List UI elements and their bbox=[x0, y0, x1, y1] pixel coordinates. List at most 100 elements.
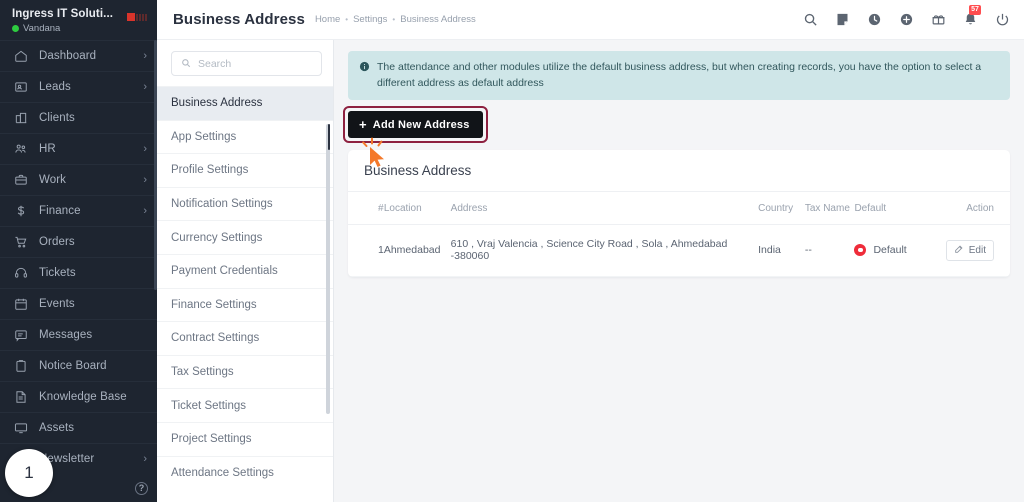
business-address-card: Business Address # Location Address Coun… bbox=[348, 150, 1010, 277]
settings-item-finance-settings[interactable]: Finance Settings bbox=[157, 287, 333, 322]
notification-badge: 57 bbox=[969, 4, 981, 15]
table-header-row: # Location Address Country Tax Name Defa… bbox=[348, 192, 1010, 225]
sidebar-item-orders[interactable]: Orders bbox=[0, 226, 157, 257]
sidebar-label: Knowledge Base bbox=[39, 391, 127, 403]
assets-icon bbox=[14, 421, 28, 435]
settings-scrollbar-thumb[interactable] bbox=[327, 124, 330, 150]
step-badge: 1 bbox=[5, 449, 53, 497]
edit-label: Edit bbox=[968, 244, 986, 256]
plus-icon: + bbox=[359, 117, 367, 132]
sidebar-brand[interactable]: Ingress IT Soluti... Vandana bbox=[12, 5, 113, 34]
app-root: Ingress IT Soluti... Vandana Dashboard › bbox=[0, 0, 1024, 502]
page-title: Business Address bbox=[173, 11, 305, 28]
main-sidebar: Ingress IT Soluti... Vandana Dashboard › bbox=[0, 0, 157, 502]
default-label: Default bbox=[873, 244, 907, 256]
help-icon[interactable]: ? bbox=[135, 482, 148, 495]
th-default: Default bbox=[854, 192, 946, 225]
settings-item-project-settings[interactable]: Project Settings bbox=[157, 421, 333, 456]
sidebar-item-hr[interactable]: HR › bbox=[0, 133, 157, 164]
power-icon[interactable] bbox=[994, 12, 1010, 28]
add-new-address-button[interactable]: + Add New Address bbox=[348, 111, 483, 138]
cell-tax-name: -- bbox=[804, 224, 855, 277]
cell-location: Ahmedabad bbox=[383, 224, 451, 277]
info-icon bbox=[359, 61, 370, 91]
breadcrumb-home[interactable]: Home bbox=[315, 14, 340, 25]
sidebar-label: HR bbox=[39, 143, 56, 155]
settings-item-currency-settings[interactable]: Currency Settings bbox=[157, 220, 333, 254]
default-radio-icon[interactable] bbox=[854, 244, 867, 256]
table-body: 1 Ahmedabad 610 , Vraj Valencia , Scienc… bbox=[348, 224, 1010, 277]
sidebar-label: Assets bbox=[39, 422, 75, 434]
company-name: Ingress IT Soluti... bbox=[12, 8, 114, 20]
sidebar-label: Notice Board bbox=[39, 360, 107, 372]
th-tax-name: Tax Name bbox=[804, 192, 855, 225]
clock-icon[interactable] bbox=[866, 12, 882, 28]
user-name: Vandana bbox=[23, 23, 61, 34]
sidebar-item-assets[interactable]: Assets bbox=[0, 412, 157, 443]
settings-item-tax-settings[interactable]: Tax Settings bbox=[157, 354, 333, 389]
sidebar-label: Newsletter bbox=[39, 453, 95, 465]
search-input[interactable] bbox=[198, 57, 312, 70]
knowledge-base-icon bbox=[14, 390, 28, 404]
settings-item-payment-credentials[interactable]: Payment Credentials bbox=[157, 253, 333, 288]
events-icon bbox=[14, 297, 28, 311]
cell-action: Edit bbox=[945, 224, 1010, 277]
home-icon bbox=[14, 49, 28, 63]
th-address: Address bbox=[450, 192, 759, 225]
settings-scrollbar-track[interactable] bbox=[326, 124, 330, 414]
add-new-address-wrap: + Add New Address bbox=[343, 106, 488, 167]
sidebar-item-tickets[interactable]: Tickets bbox=[0, 257, 157, 288]
work-icon bbox=[14, 173, 28, 187]
search-icon[interactable] bbox=[802, 12, 818, 28]
main-area: Business Address Home • Settings • Busin… bbox=[157, 0, 1024, 502]
body-row: Business Address App Settings Profile Se… bbox=[157, 40, 1024, 502]
settings-item-contract-settings[interactable]: Contract Settings bbox=[157, 321, 333, 355]
settings-item-notification-settings[interactable]: Notification Settings bbox=[157, 186, 333, 221]
bell-icon[interactable]: 57 bbox=[962, 4, 981, 28]
settings-item-business-address[interactable]: Business Address bbox=[157, 86, 333, 120]
plus-circle-icon[interactable] bbox=[898, 12, 914, 28]
sidebar-label: Messages bbox=[39, 329, 93, 341]
edit-icon bbox=[954, 244, 964, 257]
add-new-address-label: Add New Address bbox=[372, 118, 470, 131]
leads-icon bbox=[14, 80, 28, 94]
clients-icon bbox=[14, 111, 28, 125]
breadcrumb-settings[interactable]: Settings bbox=[353, 14, 387, 25]
sidebar-nav: Dashboard › Leads › Clients HR › Work › … bbox=[0, 40, 157, 474]
sidebar-item-notice-board[interactable]: Notice Board bbox=[0, 350, 157, 381]
cell-country: India bbox=[758, 224, 805, 277]
notes-icon[interactable] bbox=[834, 12, 850, 28]
messages-icon bbox=[14, 328, 28, 342]
sidebar-item-work[interactable]: Work › bbox=[0, 164, 157, 195]
sidebar-item-clients[interactable]: Clients bbox=[0, 102, 157, 133]
table-head: # Location Address Country Tax Name Defa… bbox=[348, 192, 1010, 225]
tickets-icon bbox=[14, 266, 28, 280]
sidebar-label: Work bbox=[39, 174, 67, 186]
gift-icon[interactable] bbox=[930, 12, 946, 28]
search-icon bbox=[181, 55, 191, 73]
breadcrumb-separator: • bbox=[392, 15, 396, 24]
sidebar-label: Tickets bbox=[39, 267, 76, 279]
sidebar-item-finance[interactable]: Finance › bbox=[0, 195, 157, 226]
chevron-right-icon: › bbox=[143, 204, 147, 217]
edit-button[interactable]: Edit bbox=[945, 239, 994, 261]
top-bar: Business Address Home • Settings • Busin… bbox=[157, 0, 1024, 40]
cell-index: 1 bbox=[348, 224, 384, 277]
cell-default: Default bbox=[854, 224, 946, 277]
settings-search-box[interactable] bbox=[171, 51, 322, 76]
current-user: Vandana bbox=[12, 23, 113, 34]
sidebar-label: Events bbox=[39, 298, 75, 310]
settings-search-wrap bbox=[157, 40, 333, 86]
sidebar-item-knowledge-base[interactable]: Knowledge Base bbox=[0, 381, 157, 412]
sidebar-item-dashboard[interactable]: Dashboard › bbox=[0, 40, 157, 71]
sidebar-item-leads[interactable]: Leads › bbox=[0, 71, 157, 102]
chevron-right-icon: › bbox=[143, 452, 147, 465]
settings-item-profile-settings[interactable]: Profile Settings bbox=[157, 153, 333, 187]
sidebar-item-messages[interactable]: Messages bbox=[0, 319, 157, 350]
online-status-dot bbox=[12, 25, 19, 32]
settings-item-app-settings[interactable]: App Settings bbox=[157, 119, 333, 154]
chevron-right-icon: › bbox=[143, 173, 147, 186]
settings-item-ticket-settings[interactable]: Ticket Settings bbox=[157, 388, 333, 422]
settings-item-attendance-settings[interactable]: Attendance Settings bbox=[157, 455, 333, 490]
sidebar-item-events[interactable]: Events bbox=[0, 288, 157, 319]
